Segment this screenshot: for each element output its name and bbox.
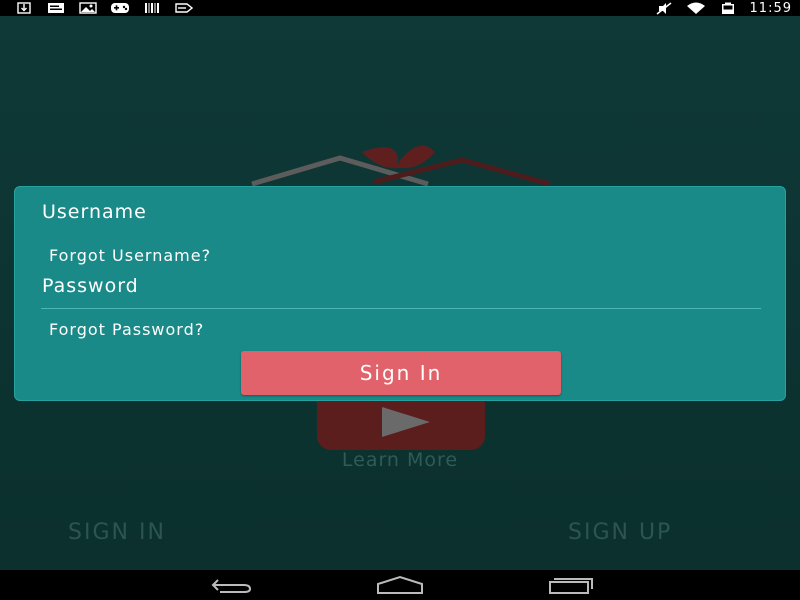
tab-sign-in[interactable]: SIGN IN <box>68 520 166 545</box>
download-icon <box>14 1 34 14</box>
sign-in-button[interactable]: Sign In <box>241 351 561 395</box>
password-underline <box>41 308 761 309</box>
message-icon <box>46 1 66 14</box>
navigation-bar <box>0 570 800 600</box>
bookmark-icon <box>174 1 194 14</box>
image-icon <box>78 1 98 14</box>
back-icon[interactable] <box>198 572 258 598</box>
battery-icon <box>718 2 738 15</box>
game-icon <box>110 1 130 14</box>
password-label: Password <box>42 275 139 297</box>
learn-more-link[interactable]: Learn More <box>300 449 500 471</box>
mute-icon <box>654 1 674 15</box>
login-dialog: Username Forgot Username? Password Forgo… <box>14 186 786 401</box>
tab-sign-up[interactable]: SIGN UP <box>568 520 672 545</box>
wifi-icon <box>686 2 706 15</box>
home-icon[interactable] <box>370 572 430 598</box>
forgot-password-link[interactable]: Forgot Password? <box>49 320 204 339</box>
status-bar: 11:59 <box>0 0 800 16</box>
play-icon[interactable] <box>382 407 430 437</box>
status-clock: 11:59 <box>749 0 792 16</box>
username-label: Username <box>42 201 147 223</box>
recent-apps-icon[interactable] <box>540 572 600 598</box>
barcode-icon <box>142 1 162 14</box>
forgot-username-link[interactable]: Forgot Username? <box>49 246 211 265</box>
